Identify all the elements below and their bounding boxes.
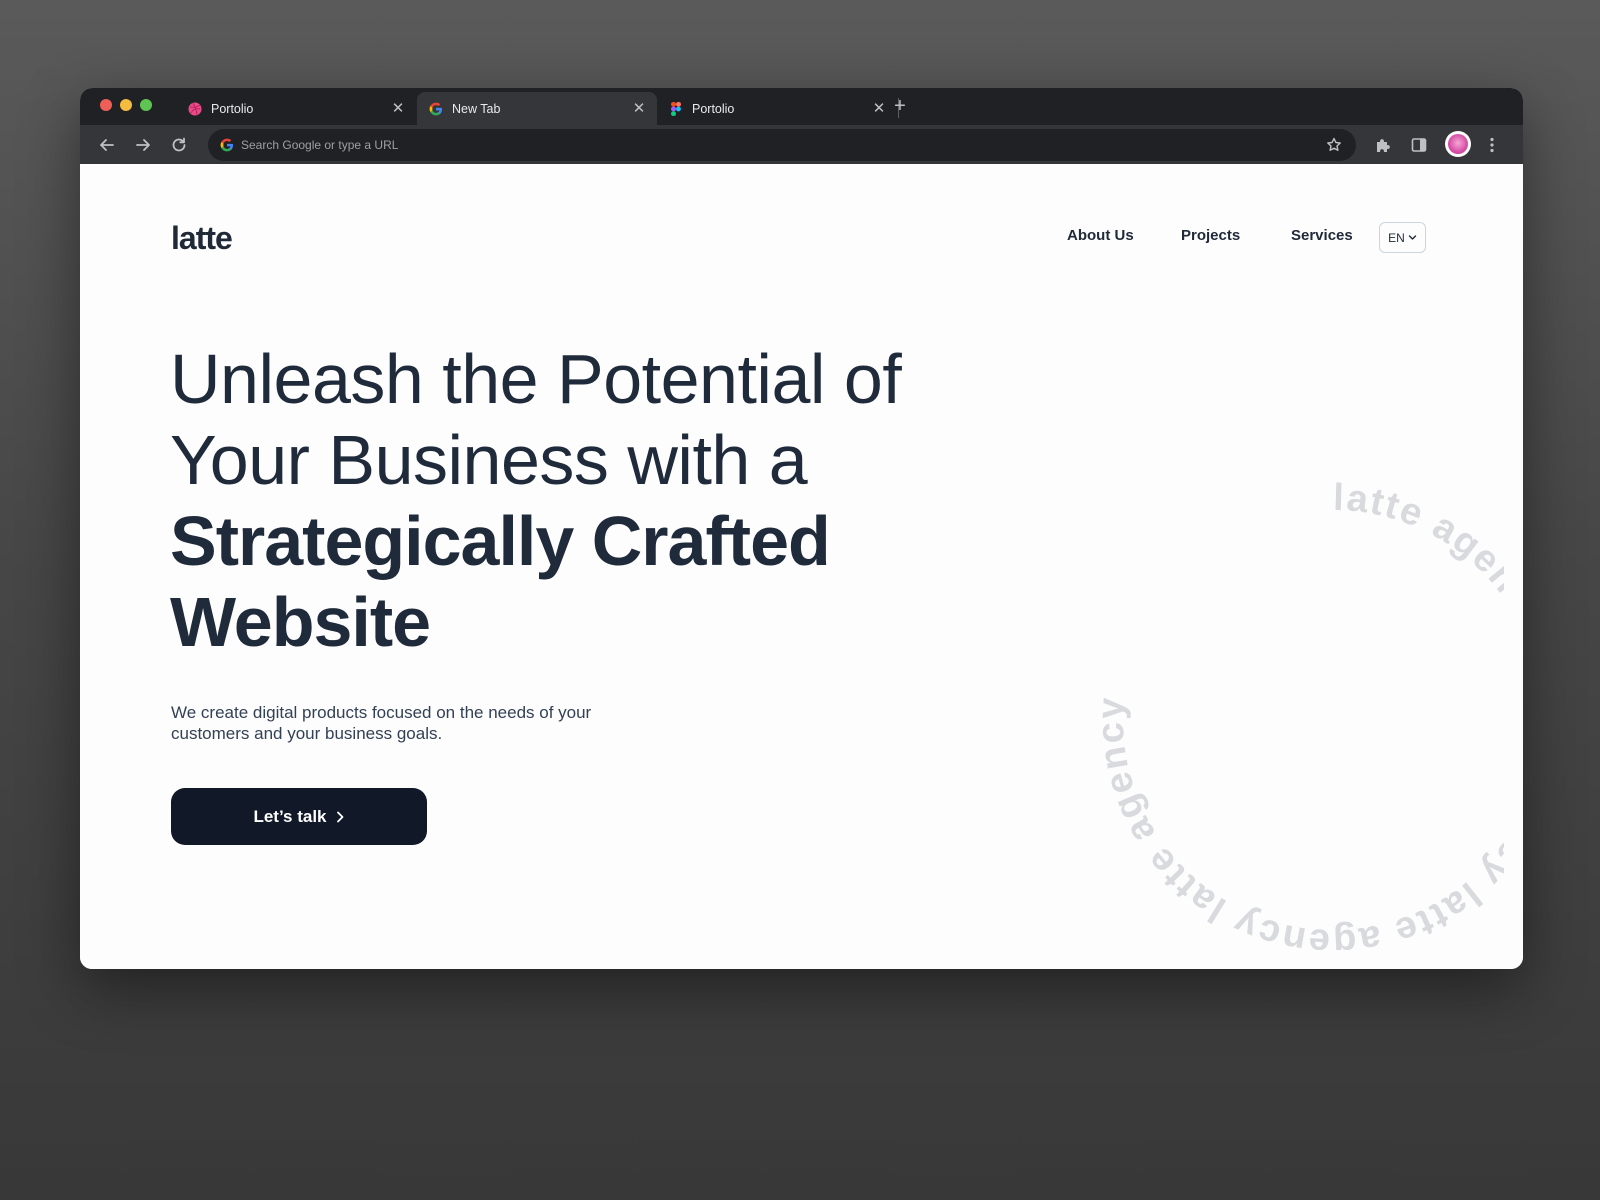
tab-close-button[interactable]: ✕ <box>631 100 647 117</box>
nav-projects[interactable]: Projects <box>1181 227 1240 244</box>
cta-label: Let’s talk <box>253 806 327 826</box>
hero-subtitle: We create digital products focused on th… <box>171 703 592 743</box>
nav-services[interactable]: Services <box>1291 227 1353 244</box>
arrow-left-icon <box>100 139 114 151</box>
arrow-right-icon <box>136 139 150 151</box>
reload-button[interactable] <box>169 135 189 155</box>
tab-close-button[interactable]: ✕ <box>871 100 887 117</box>
chevron-right-icon <box>336 811 343 822</box>
figma-icon <box>669 101 683 116</box>
more-vertical-icon <box>1490 137 1494 153</box>
forward-button[interactable] <box>133 135 153 155</box>
lets-talk-button[interactable]: Let’s talk <box>171 788 427 845</box>
extensions-button[interactable] <box>1372 134 1394 156</box>
browser-toolbar <box>80 125 1523 164</box>
web-page: latte About Us Projects Services EN Unle… <box>80 164 1523 969</box>
tab-new-tab[interactable]: New Tab ✕ <box>417 92 657 125</box>
tab-title: Portolio <box>211 101 254 116</box>
minimize-window-button[interactable] <box>120 99 132 111</box>
language-selector[interactable]: EN <box>1379 222 1426 253</box>
tab-close-button[interactable]: ✕ <box>390 100 406 117</box>
browser-menu-button[interactable] <box>1481 134 1503 156</box>
avatar-image <box>1448 134 1468 154</box>
profile-avatar[interactable] <box>1445 131 1471 157</box>
site-logo[interactable]: latte <box>171 220 233 257</box>
dribbble-icon <box>188 102 202 116</box>
bookmark-star-icon[interactable] <box>1326 137 1342 158</box>
puzzle-icon <box>1377 139 1390 152</box>
chevron-down-icon <box>1408 235 1417 240</box>
headline-line: Unleash the Potential of <box>170 340 902 418</box>
omnibox[interactable] <box>208 129 1356 161</box>
browser-window: Portolio ✕ New Tab ✕ Portolio ✕ + Search… <box>80 88 1523 969</box>
tab-portfolio-dribbble[interactable]: Portolio ✕ <box>176 92 416 125</box>
side-panel-icon <box>1411 138 1427 152</box>
headline-line: Strategically Crafted <box>170 502 831 580</box>
language-label: EN <box>1388 230 1405 245</box>
tab-title: New Tab <box>452 101 501 116</box>
reload-icon <box>172 137 186 152</box>
headline-line: Your Business with a <box>170 421 808 499</box>
back-button[interactable] <box>97 135 117 155</box>
nav-about-us[interactable]: About Us <box>1067 227 1134 244</box>
address-input[interactable] <box>241 129 1301 161</box>
tab-portfolio-figma[interactable]: Portolio ✕ <box>657 92 897 125</box>
side-panel-button[interactable] <box>1408 134 1430 156</box>
headline-line: Website <box>170 583 431 661</box>
tab-strip: Portolio ✕ New Tab ✕ Portolio ✕ + <box>80 88 1523 125</box>
new-tab-button[interactable]: + <box>890 96 910 116</box>
ring-text: latte agency latte agency latte agency l… <box>1090 477 1504 950</box>
google-icon <box>429 102 443 116</box>
google-icon <box>220 138 234 157</box>
tab-title: Portolio <box>692 101 735 116</box>
close-window-button[interactable] <box>100 99 112 111</box>
hero-headline: Unleash the Potential of Your Business w… <box>170 339 990 663</box>
rotating-agency-badge: latte agency latte agency latte agency l… <box>1090 477 1504 950</box>
maximize-window-button[interactable] <box>140 99 152 111</box>
